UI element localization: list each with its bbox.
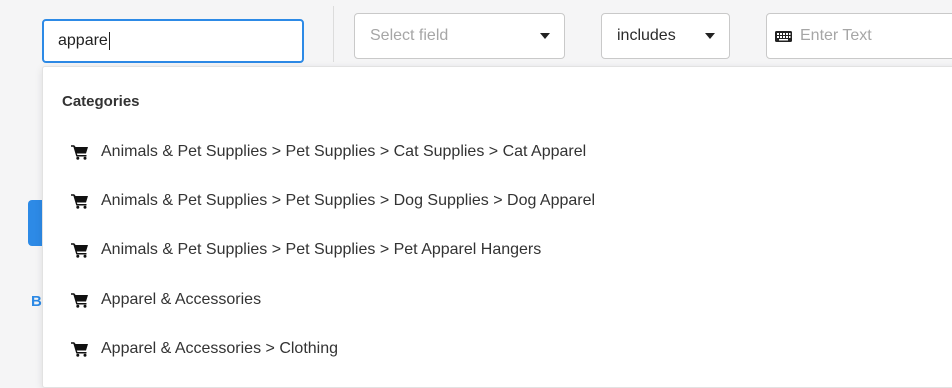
category-suggestions-dropdown: Categories Animals & Pet Supplies > Pet … xyxy=(42,66,952,388)
field-select[interactable]: Select field xyxy=(354,13,565,59)
suggestion-label: Animals & Pet Supplies > Pet Supplies > … xyxy=(101,192,596,209)
cart-icon xyxy=(71,243,88,258)
toolbar-divider xyxy=(333,6,334,62)
value-text-input[interactable]: Enter Text xyxy=(766,13,952,59)
search-input[interactable]: appare xyxy=(42,19,304,63)
text-cursor xyxy=(108,32,110,50)
search-input-value: appare xyxy=(58,32,108,49)
chevron-down-icon xyxy=(705,33,715,39)
value-text-placeholder: Enter Text xyxy=(800,27,872,44)
suggestion-label: Apparel & Accessories xyxy=(101,291,262,308)
cart-icon xyxy=(71,145,88,160)
cart-icon xyxy=(71,342,88,357)
operator-select[interactable]: includes xyxy=(601,13,730,59)
keyboard-icon xyxy=(775,30,792,42)
field-select-placeholder: Select field xyxy=(370,27,449,44)
dropdown-heading: Categories xyxy=(62,93,140,110)
cart-icon xyxy=(71,293,88,308)
suggestion-item[interactable]: Apparel & Accessories xyxy=(43,280,952,320)
suggestion-label: Animals & Pet Supplies > Pet Supplies > … xyxy=(101,241,542,258)
chevron-down-icon xyxy=(540,33,550,39)
operator-select-value: includes xyxy=(617,27,676,44)
suggestion-item[interactable]: Apparel & Accessories > Clothing xyxy=(43,329,952,369)
suggestion-label: Apparel & Accessories > Clothing xyxy=(101,340,339,357)
suggestion-label: Animals & Pet Supplies > Pet Supplies > … xyxy=(101,143,587,160)
cart-icon xyxy=(71,194,88,209)
suggestion-item[interactable]: Animals & Pet Supplies > Pet Supplies > … xyxy=(43,181,952,221)
suggestion-item[interactable]: Animals & Pet Supplies > Pet Supplies > … xyxy=(43,230,952,270)
suggestion-item[interactable]: Animals & Pet Supplies > Pet Supplies > … xyxy=(43,132,952,172)
